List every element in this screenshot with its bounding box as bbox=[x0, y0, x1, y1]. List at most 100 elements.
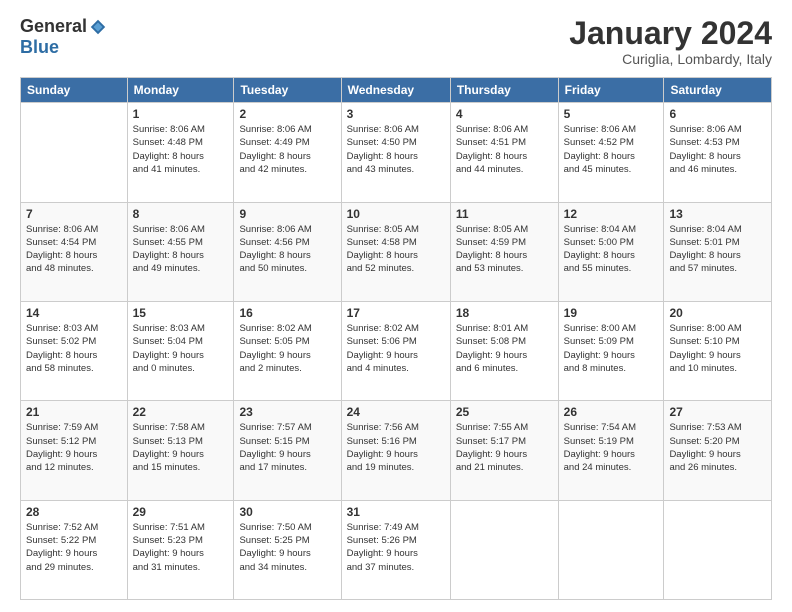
day-info: Sunrise: 7:55 AMSunset: 5:17 PMDaylight:… bbox=[456, 421, 553, 474]
calendar-cell: 17 Sunrise: 8:02 AMSunset: 5:06 PMDayligh… bbox=[341, 301, 450, 400]
calendar-cell bbox=[21, 103, 128, 202]
day-info: Sunrise: 8:04 AMSunset: 5:00 PMDaylight:… bbox=[564, 223, 659, 276]
calendar-cell: 6 Sunrise: 8:06 AMSunset: 4:53 PMDaylight… bbox=[664, 103, 772, 202]
week-row-3: 14 Sunrise: 8:03 AMSunset: 5:02 PMDayligh… bbox=[21, 301, 772, 400]
day-info: Sunrise: 8:02 AMSunset: 5:06 PMDaylight:… bbox=[347, 322, 445, 375]
day-info: Sunrise: 7:53 AMSunset: 5:20 PMDaylight:… bbox=[669, 421, 766, 474]
calendar-cell: 19 Sunrise: 8:00 AMSunset: 5:09 PMDayligh… bbox=[558, 301, 664, 400]
day-info: Sunrise: 7:54 AMSunset: 5:19 PMDaylight:… bbox=[564, 421, 659, 474]
day-number: 19 bbox=[564, 306, 659, 320]
calendar-cell: 8 Sunrise: 8:06 AMSunset: 4:55 PMDaylight… bbox=[127, 202, 234, 301]
day-header-wednesday: Wednesday bbox=[341, 78, 450, 103]
day-header-friday: Friday bbox=[558, 78, 664, 103]
day-number: 3 bbox=[347, 107, 445, 121]
day-number: 29 bbox=[133, 505, 229, 519]
day-info: Sunrise: 7:57 AMSunset: 5:15 PMDaylight:… bbox=[239, 421, 335, 474]
calendar-cell bbox=[450, 500, 558, 599]
day-header-monday: Monday bbox=[127, 78, 234, 103]
day-number: 20 bbox=[669, 306, 766, 320]
day-number: 17 bbox=[347, 306, 445, 320]
calendar-cell: 4Sunrise: 8:06 AMSunset: 4:51 PMDaylight… bbox=[450, 103, 558, 202]
calendar-cell: 5 Sunrise: 8:06 AMSunset: 4:52 PMDaylight… bbox=[558, 103, 664, 202]
day-info: Sunrise: 8:06 AMSunset: 4:56 PMDaylight:… bbox=[239, 223, 335, 276]
day-number: 15 bbox=[133, 306, 229, 320]
day-info: Sunrise: 8:00 AMSunset: 5:09 PMDaylight:… bbox=[564, 322, 659, 375]
day-header-thursday: Thursday bbox=[450, 78, 558, 103]
day-info: Sunrise: 8:00 AMSunset: 5:10 PMDaylight:… bbox=[669, 322, 766, 375]
day-number: 16 bbox=[239, 306, 335, 320]
day-info: Sunrise: 8:03 AMSunset: 5:02 PMDaylight:… bbox=[26, 322, 122, 375]
day-info: Sunrise: 8:03 AMSunset: 5:04 PMDaylight:… bbox=[133, 322, 229, 375]
day-number: 24 bbox=[347, 405, 445, 419]
title-area: January 2024 Curiglia, Lombardy, Italy bbox=[569, 16, 772, 67]
day-number: 6 bbox=[669, 107, 766, 121]
week-row-4: 21Sunrise: 7:59 AMSunset: 5:12 PMDayligh… bbox=[21, 401, 772, 500]
day-info: Sunrise: 8:05 AMSunset: 4:59 PMDaylight:… bbox=[456, 223, 553, 276]
calendar-cell: 13 Sunrise: 8:04 AMSunset: 5:01 PMDayligh… bbox=[664, 202, 772, 301]
day-number: 21 bbox=[26, 405, 122, 419]
calendar-cell: 1Sunrise: 8:06 AMSunset: 4:48 PMDaylight… bbox=[127, 103, 234, 202]
day-number: 18 bbox=[456, 306, 553, 320]
calendar-cell: 20 Sunrise: 8:00 AMSunset: 5:10 PMDayligh… bbox=[664, 301, 772, 400]
week-row-2: 7Sunrise: 8:06 AMSunset: 4:54 PMDaylight… bbox=[21, 202, 772, 301]
day-info: Sunrise: 8:05 AMSunset: 4:58 PMDaylight:… bbox=[347, 223, 445, 276]
calendar-cell: 22 Sunrise: 7:58 AMSunset: 5:13 PMDayligh… bbox=[127, 401, 234, 500]
day-info: Sunrise: 7:58 AMSunset: 5:13 PMDaylight:… bbox=[133, 421, 229, 474]
day-number: 13 bbox=[669, 207, 766, 221]
day-number: 8 bbox=[133, 207, 229, 221]
calendar-cell: 11 Sunrise: 8:05 AMSunset: 4:59 PMDayligh… bbox=[450, 202, 558, 301]
day-number: 14 bbox=[26, 306, 122, 320]
calendar-cell: 24 Sunrise: 7:56 AMSunset: 5:16 PMDayligh… bbox=[341, 401, 450, 500]
day-info: Sunrise: 8:06 AMSunset: 4:50 PMDaylight:… bbox=[347, 123, 445, 176]
day-number: 28 bbox=[26, 505, 122, 519]
day-number: 27 bbox=[669, 405, 766, 419]
header: General Blue January 2024 Curiglia, Lomb… bbox=[20, 16, 772, 67]
day-info: Sunrise: 7:56 AMSunset: 5:16 PMDaylight:… bbox=[347, 421, 445, 474]
day-info: Sunrise: 7:50 AMSunset: 5:25 PMDaylight:… bbox=[239, 521, 335, 574]
calendar-cell: 10 Sunrise: 8:05 AMSunset: 4:58 PMDayligh… bbox=[341, 202, 450, 301]
day-info: Sunrise: 8:06 AMSunset: 4:51 PMDaylight:… bbox=[456, 123, 553, 176]
logo-general-text: General bbox=[20, 16, 87, 37]
day-header-saturday: Saturday bbox=[664, 78, 772, 103]
calendar-cell: 12Sunrise: 8:04 AMSunset: 5:00 PMDayligh… bbox=[558, 202, 664, 301]
day-info: Sunrise: 8:06 AMSunset: 4:49 PMDaylight:… bbox=[239, 123, 335, 176]
day-number: 30 bbox=[239, 505, 335, 519]
day-info: Sunrise: 8:06 AMSunset: 4:48 PMDaylight:… bbox=[133, 123, 229, 176]
week-row-5: 28 Sunrise: 7:52 AMSunset: 5:22 PMDayligh… bbox=[21, 500, 772, 599]
calendar-cell: 14 Sunrise: 8:03 AMSunset: 5:02 PMDayligh… bbox=[21, 301, 128, 400]
calendar-cell: 23Sunrise: 7:57 AMSunset: 5:15 PMDayligh… bbox=[234, 401, 341, 500]
calendar-cell bbox=[558, 500, 664, 599]
calendar-cell: 3 Sunrise: 8:06 AMSunset: 4:50 PMDaylight… bbox=[341, 103, 450, 202]
calendar-cell: 18Sunrise: 8:01 AMSunset: 5:08 PMDayligh… bbox=[450, 301, 558, 400]
day-number: 11 bbox=[456, 207, 553, 221]
logo-icon bbox=[89, 18, 107, 36]
day-info: Sunrise: 8:02 AMSunset: 5:05 PMDaylight:… bbox=[239, 322, 335, 375]
day-info: Sunrise: 8:06 AMSunset: 4:54 PMDaylight:… bbox=[26, 223, 122, 276]
day-header-tuesday: Tuesday bbox=[234, 78, 341, 103]
calendar-cell: 25 Sunrise: 7:55 AMSunset: 5:17 PMDayligh… bbox=[450, 401, 558, 500]
day-number: 5 bbox=[564, 107, 659, 121]
day-info: Sunrise: 8:04 AMSunset: 5:01 PMDaylight:… bbox=[669, 223, 766, 276]
week-row-1: 1Sunrise: 8:06 AMSunset: 4:48 PMDaylight… bbox=[21, 103, 772, 202]
calendar-cell: 7Sunrise: 8:06 AMSunset: 4:54 PMDaylight… bbox=[21, 202, 128, 301]
day-info: Sunrise: 8:06 AMSunset: 4:52 PMDaylight:… bbox=[564, 123, 659, 176]
calendar-cell: 16 Sunrise: 8:02 AMSunset: 5:05 PMDayligh… bbox=[234, 301, 341, 400]
calendar-cell: 9 Sunrise: 8:06 AMSunset: 4:56 PMDaylight… bbox=[234, 202, 341, 301]
day-info: Sunrise: 7:52 AMSunset: 5:22 PMDaylight:… bbox=[26, 521, 122, 574]
days-header-row: SundayMondayTuesdayWednesdayThursdayFrid… bbox=[21, 78, 772, 103]
day-header-sunday: Sunday bbox=[21, 78, 128, 103]
day-info: Sunrise: 8:06 AMSunset: 4:53 PMDaylight:… bbox=[669, 123, 766, 176]
day-number: 10 bbox=[347, 207, 445, 221]
calendar-cell: 28 Sunrise: 7:52 AMSunset: 5:22 PMDayligh… bbox=[21, 500, 128, 599]
calendar-table: SundayMondayTuesdayWednesdayThursdayFrid… bbox=[20, 77, 772, 600]
logo: General Blue bbox=[20, 16, 107, 58]
day-number: 22 bbox=[133, 405, 229, 419]
day-number: 25 bbox=[456, 405, 553, 419]
day-info: Sunrise: 7:51 AMSunset: 5:23 PMDaylight:… bbox=[133, 521, 229, 574]
day-number: 9 bbox=[239, 207, 335, 221]
calendar-cell: 26 Sunrise: 7:54 AMSunset: 5:19 PMDayligh… bbox=[558, 401, 664, 500]
day-number: 26 bbox=[564, 405, 659, 419]
calendar-cell: 31Sunrise: 7:49 AMSunset: 5:26 PMDayligh… bbox=[341, 500, 450, 599]
day-info: Sunrise: 8:06 AMSunset: 4:55 PMDaylight:… bbox=[133, 223, 229, 276]
calendar-cell: 2Sunrise: 8:06 AMSunset: 4:49 PMDaylight… bbox=[234, 103, 341, 202]
